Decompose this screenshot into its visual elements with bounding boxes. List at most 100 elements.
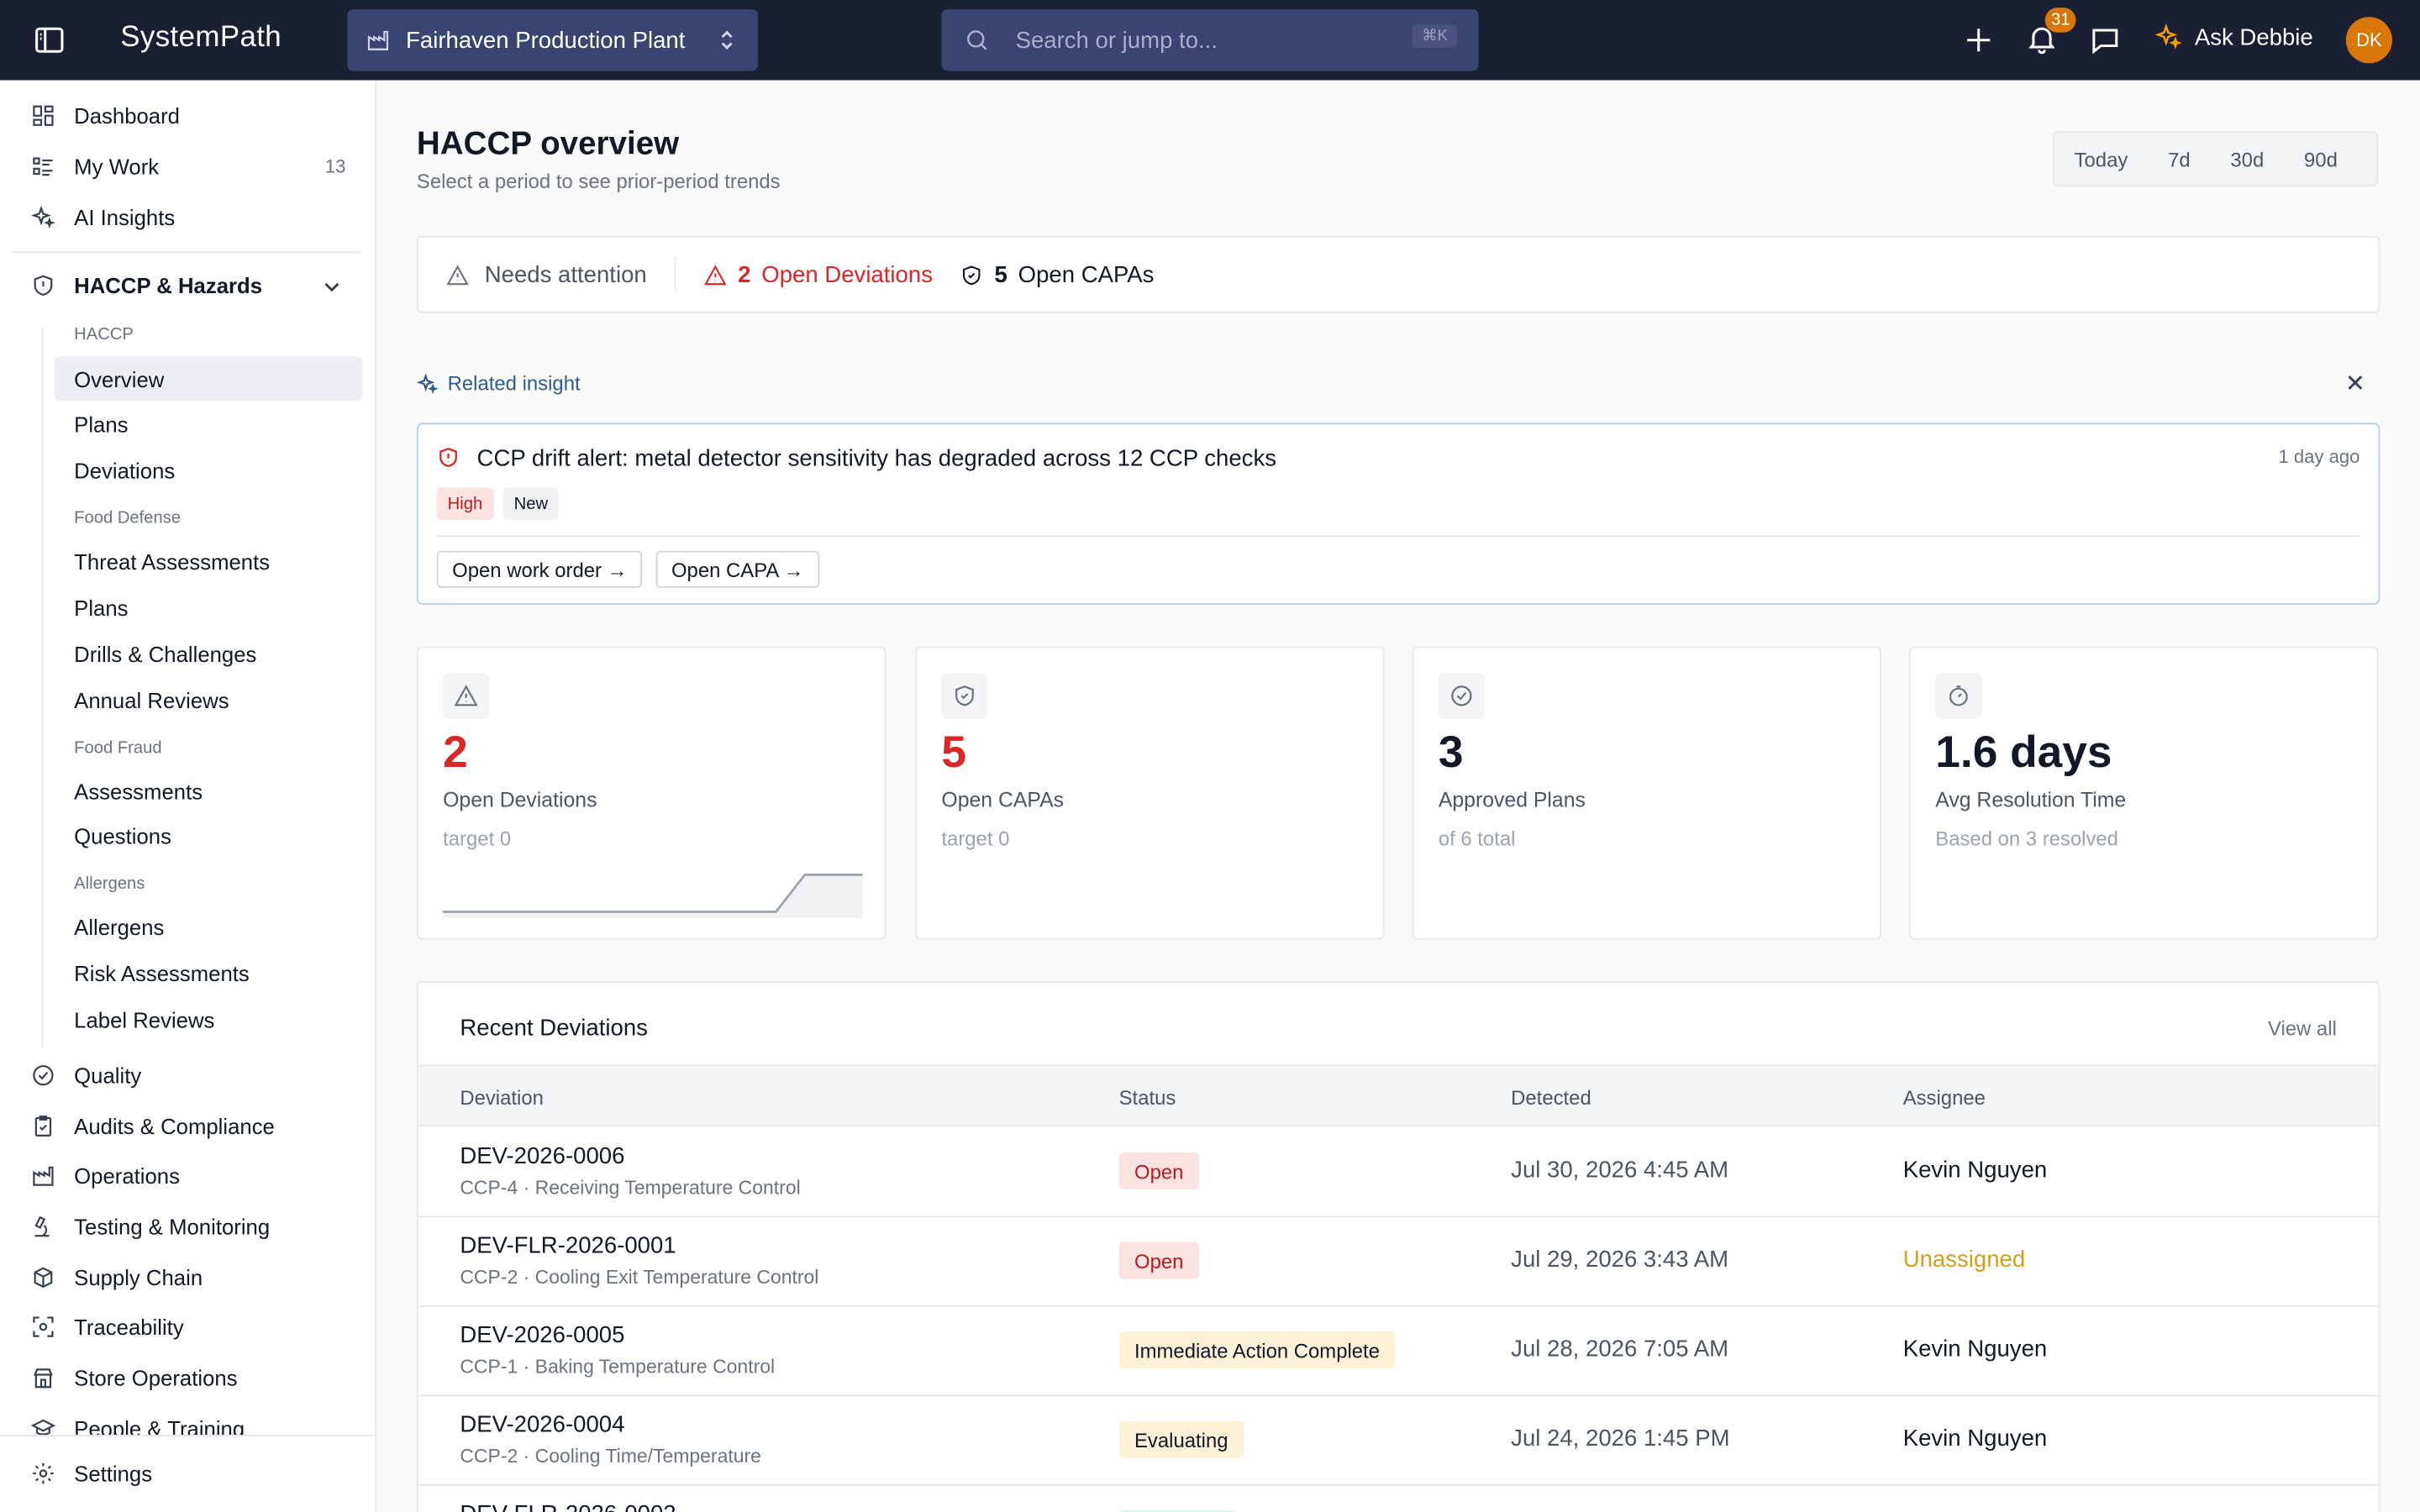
sidebar-item-annual-reviews[interactable]: Annual Reviews (54, 677, 362, 722)
search-input[interactable]: Search or jump to... ⌘K (941, 9, 1479, 71)
open-deviations-label: Open Deviations (761, 261, 933, 288)
table-row[interactable]: DEV-2026-0004 CCP-2 · Cooling Time/Tempe… (418, 1396, 2379, 1486)
deviation-ccp: CCP-1 · Baking Temperature Control (460, 1356, 776, 1378)
close-icon[interactable] (2344, 372, 2366, 394)
deviation-ccp: CCP-4 · Receiving Temperature Control (460, 1177, 801, 1200)
plant-selector[interactable]: Fairhaven Production Plant (347, 9, 758, 71)
plus-icon[interactable] (1961, 24, 1995, 57)
check-circle-icon (31, 1063, 55, 1088)
column-header-detected[interactable]: Detected (1511, 1086, 1591, 1110)
sidebar-item-fraud-assessments[interactable]: Assessments (54, 769, 362, 813)
detected-date: Jul 30, 2026 4:45 AM (1511, 1157, 1729, 1184)
sparkle-icon (2154, 23, 2182, 51)
warning-icon (443, 672, 490, 719)
table-row[interactable]: DEV-FLR-2026-0002 (418, 1486, 2379, 1512)
sidebar-item-label: Supply Chain (74, 1265, 203, 1290)
table-row[interactable]: DEV-2026-0005 CCP-1 · Baking Temperature… (418, 1307, 2379, 1397)
open-capa-button[interactable]: Open CAPA → (655, 550, 819, 588)
stat-label: Approved Plans (1438, 788, 1586, 812)
sidebar-item-plans[interactable]: Plans (54, 402, 362, 446)
section-label-food-fraud: Food Fraud (74, 738, 162, 758)
sidebar-item-drills[interactable]: Drills & Challenges (54, 631, 362, 675)
ask-debbie-button[interactable]: Ask Debbie (2154, 23, 2313, 51)
warning-icon (704, 263, 728, 286)
open-deviations-count: 2 (738, 261, 751, 288)
sidebar-item-quality[interactable]: Quality (31, 1063, 358, 1088)
sidebar-item-questions[interactable]: Questions (54, 813, 362, 858)
sidebar-item-overview[interactable]: Overview (54, 356, 363, 402)
factory-icon (31, 1163, 55, 1188)
sidebar-item-testing[interactable]: Testing & Monitoring (31, 1215, 358, 1239)
sidebar-item-label: Audits & Compliance (74, 1114, 275, 1139)
needs-attention-text: Needs attention (484, 261, 647, 288)
sidebar-item-audits[interactable]: Audits & Compliance (31, 1114, 358, 1139)
sparkle-icon (416, 372, 439, 395)
table-row[interactable]: DEV-FLR-2026-0001 CCP-2 · Cooling Exit T… (418, 1217, 2379, 1307)
gear-icon (31, 1461, 55, 1485)
stat-card-approved-plans[interactable]: 3 Approved Plans of 6 total (1412, 646, 1881, 940)
stat-sub: target 0 (443, 827, 512, 851)
chat-icon[interactable] (2088, 24, 2122, 57)
stat-label: Open Deviations (443, 788, 597, 812)
package-icon (31, 1265, 55, 1289)
sidebar-item-store-operations[interactable]: Store Operations (31, 1366, 358, 1390)
column-header-deviation[interactable]: Deviation (460, 1086, 544, 1110)
stat-value: 1.6 days (1935, 727, 2112, 778)
open-deviations-link[interactable]: 2 Open Deviations (704, 261, 933, 288)
deviation-ccp: CCP-2 · Cooling Exit Temperature Control (460, 1266, 819, 1289)
period-7d[interactable]: 7d (2148, 147, 2210, 171)
sidebar-item-label-reviews[interactable]: Label Reviews (54, 997, 362, 1042)
sidebar-group-haccp[interactable]: HACCP & Hazards (31, 273, 358, 297)
assignee: Kevin Nguyen (1902, 1336, 2048, 1362)
assignee: Unassigned (1902, 1247, 2026, 1273)
period-30d[interactable]: 30d (2211, 147, 2285, 171)
table-header: Deviation Status Detected Assignee (418, 1064, 2379, 1126)
sidebar-group-label: HACCP & Hazards (74, 273, 263, 298)
sidebar-item-threat-assessments[interactable]: Threat Assessments (54, 538, 362, 583)
deviation-ccp: CCP-2 · Cooling Time/Temperature (460, 1446, 761, 1467)
sidebar-item-deviations[interactable]: Deviations (54, 448, 362, 492)
shield-check-icon (960, 263, 984, 286)
detected-date: Jul 28, 2026 7:05 AM (1511, 1336, 1729, 1362)
stat-card-open-deviations[interactable]: 2 Open Deviations target 0 (416, 646, 886, 940)
scan-icon (31, 1315, 55, 1339)
sidebar-item-risk-assessments[interactable]: Risk Assessments (54, 950, 362, 995)
sidebar-item-settings[interactable]: Settings (31, 1461, 358, 1486)
sidebar-item-label: Testing & Monitoring (74, 1214, 271, 1239)
notification-badge: 31 (2044, 8, 2076, 33)
ask-debbie-label: Ask Debbie (2194, 24, 2313, 50)
sidebar-item-allergens[interactable]: Allergens (54, 904, 362, 948)
sidebar-item-traceability[interactable]: Traceability (31, 1315, 358, 1339)
open-capas-link[interactable]: 5 Open CAPAs (960, 261, 1154, 288)
insight-title[interactable]: CCP drift alert: metal detector sensitiv… (477, 446, 1276, 472)
alert-shield-icon (437, 446, 460, 470)
needs-attention-label: Needs attention (446, 261, 647, 288)
brand-logo[interactable]: SystemPath (120, 22, 281, 55)
sidebar-toggle-icon[interactable] (33, 24, 66, 57)
period-selector: Today 7d 30d 90d (2052, 131, 2379, 187)
stat-label: Open CAPAs (941, 788, 1065, 812)
view-all-link[interactable]: View all (2268, 1016, 2337, 1040)
recent-deviations-card: Recent Deviations View all Deviation Sta… (416, 981, 2381, 1512)
stat-card-avg-resolution[interactable]: 1.6 days Avg Resolution Time Based on 3 … (1909, 646, 2379, 940)
sidebar-item-ai-insights[interactable]: AI Insights (31, 205, 358, 230)
dashboard-icon (31, 103, 55, 128)
status-badge: Open (1118, 1242, 1199, 1279)
period-90d[interactable]: 90d (2284, 147, 2358, 171)
period-today[interactable]: Today (2054, 147, 2148, 171)
factory-icon (366, 28, 390, 52)
sidebar-item-operations[interactable]: Operations (31, 1163, 358, 1188)
table-row[interactable]: DEV-2026-0006 CCP-4 · Receiving Temperat… (418, 1128, 2379, 1218)
column-header-assignee[interactable]: Assignee (1903, 1086, 1986, 1110)
sidebar-item-defense-plans[interactable]: Plans (54, 585, 362, 629)
assignee: Kevin Nguyen (1902, 1157, 2048, 1184)
sidebar-item-my-work[interactable]: My Work 13 (31, 155, 358, 179)
microscope-icon (31, 1215, 55, 1239)
open-work-order-button[interactable]: Open work order → (436, 550, 643, 588)
column-header-status[interactable]: Status (1119, 1086, 1176, 1110)
sidebar-item-dashboard[interactable]: Dashboard (31, 103, 358, 128)
avatar[interactable]: DK (2345, 17, 2392, 64)
sidebar-item-supply-chain[interactable]: Supply Chain (31, 1265, 358, 1290)
stat-card-open-capas[interactable]: 5 Open CAPAs target 0 (915, 646, 1385, 940)
stat-sub: target 0 (941, 827, 1010, 851)
